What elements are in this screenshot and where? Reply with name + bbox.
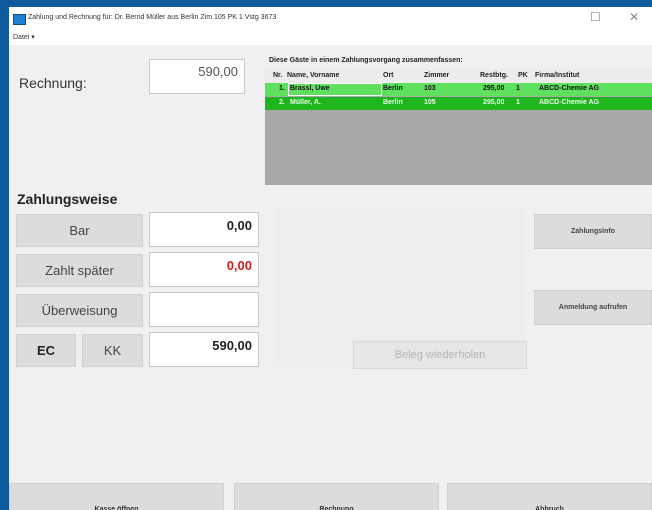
guest-table: Nr. Name, Vorname Ort Zimmer Restbtg. PK… xyxy=(265,69,652,185)
kk-amount-field[interactable]: 590,00 xyxy=(149,332,259,367)
cell-zimmer: 105 xyxy=(424,99,436,106)
col-header-pk[interactable]: PK xyxy=(518,72,528,79)
cell-nr: 1. xyxy=(279,85,285,92)
cell-name: Brassl, Uwe xyxy=(290,85,330,92)
close-icon[interactable]: ✕ xyxy=(629,10,639,24)
payment-window: Zahlung und Rechnung für: Dr. Bernd Müll… xyxy=(9,7,652,510)
col-header-firma[interactable]: Firma/Institut xyxy=(535,72,579,79)
title-bar: Zahlung und Rechnung für: Dr. Bernd Müll… xyxy=(9,7,652,31)
zahlt-spaeter-amount-field[interactable]: 0,00 xyxy=(149,252,259,287)
ec-button[interactable]: EC xyxy=(16,334,76,367)
col-header-nr[interactable]: Nr. xyxy=(273,72,282,79)
anmeldung-aufrufen-button[interactable]: Anmeldung aufrufen xyxy=(534,290,652,325)
cell-nr: 2. xyxy=(279,99,285,106)
beleg-wiederholen-button[interactable]: Beleg wiederholen xyxy=(353,341,527,369)
menu-datei[interactable]: Datei ▾ xyxy=(13,33,35,41)
cell-pk: 1 xyxy=(516,99,520,106)
cell-ort: Berlin xyxy=(383,85,403,92)
rechnung-amount-field[interactable]: 590,00 xyxy=(149,59,245,94)
rechnung-label: Rechnung: xyxy=(19,75,87,91)
abbruch-button[interactable]: Abbruch xyxy=(447,483,652,510)
bar-amount-field[interactable]: 0,00 xyxy=(149,212,259,247)
zahlungsinfo-button[interactable]: Zahlungsinfo xyxy=(534,214,652,249)
cell-ort: Berlin xyxy=(383,99,403,106)
kk-button[interactable]: KK xyxy=(82,334,143,367)
cell-name: Müller, A. xyxy=(290,99,321,106)
col-header-zimmer[interactable]: Zimmer xyxy=(424,72,449,79)
col-header-name[interactable]: Name, Vorname xyxy=(287,72,339,79)
rechnung-button[interactable]: Rechnung xyxy=(234,483,439,510)
kasse-oeffnen-button[interactable]: Kasse öffnen xyxy=(9,483,224,510)
cell-firma: ABCD-Chemie AG xyxy=(539,85,600,92)
zahlungsweise-title: Zahlungsweise xyxy=(17,191,118,207)
app-icon xyxy=(13,14,26,25)
window-title: Zahlung und Rechnung für: Dr. Bernd Müll… xyxy=(28,14,277,21)
cell-pk: 1 xyxy=(516,85,520,92)
cell-firma: ABCD-Chemie AG xyxy=(539,99,600,106)
ueberweisung-button[interactable]: Überweisung xyxy=(16,294,143,327)
cell-zimmer: 103 xyxy=(424,85,436,92)
maximize-icon[interactable]: ☐ xyxy=(590,10,601,24)
merge-guests-title: Diese Gäste in einem Zahlungsvorgang zus… xyxy=(269,57,463,64)
table-row[interactable]: 1. Brassl, Uwe Berlin 103 295,00 1 ABCD-… xyxy=(265,83,652,96)
col-header-ort[interactable]: Ort xyxy=(383,72,394,79)
ueberweisung-amount-field[interactable] xyxy=(149,292,259,327)
zahlt-spaeter-button[interactable]: Zahlt später xyxy=(16,254,143,287)
table-header: Nr. Name, Vorname Ort Zimmer Restbtg. PK… xyxy=(265,69,652,83)
cell-restbetrag: 295,00 xyxy=(483,99,505,106)
table-row[interactable]: 2. Müller, A. Berlin 105 295,00 1 ABCD-C… xyxy=(265,97,652,110)
col-header-restbetrag[interactable]: Restbtg. xyxy=(480,72,508,79)
bar-button[interactable]: Bar xyxy=(16,214,143,247)
cell-restbetrag: 295,00 xyxy=(483,85,505,92)
menu-bar: Datei ▾ xyxy=(9,31,652,45)
